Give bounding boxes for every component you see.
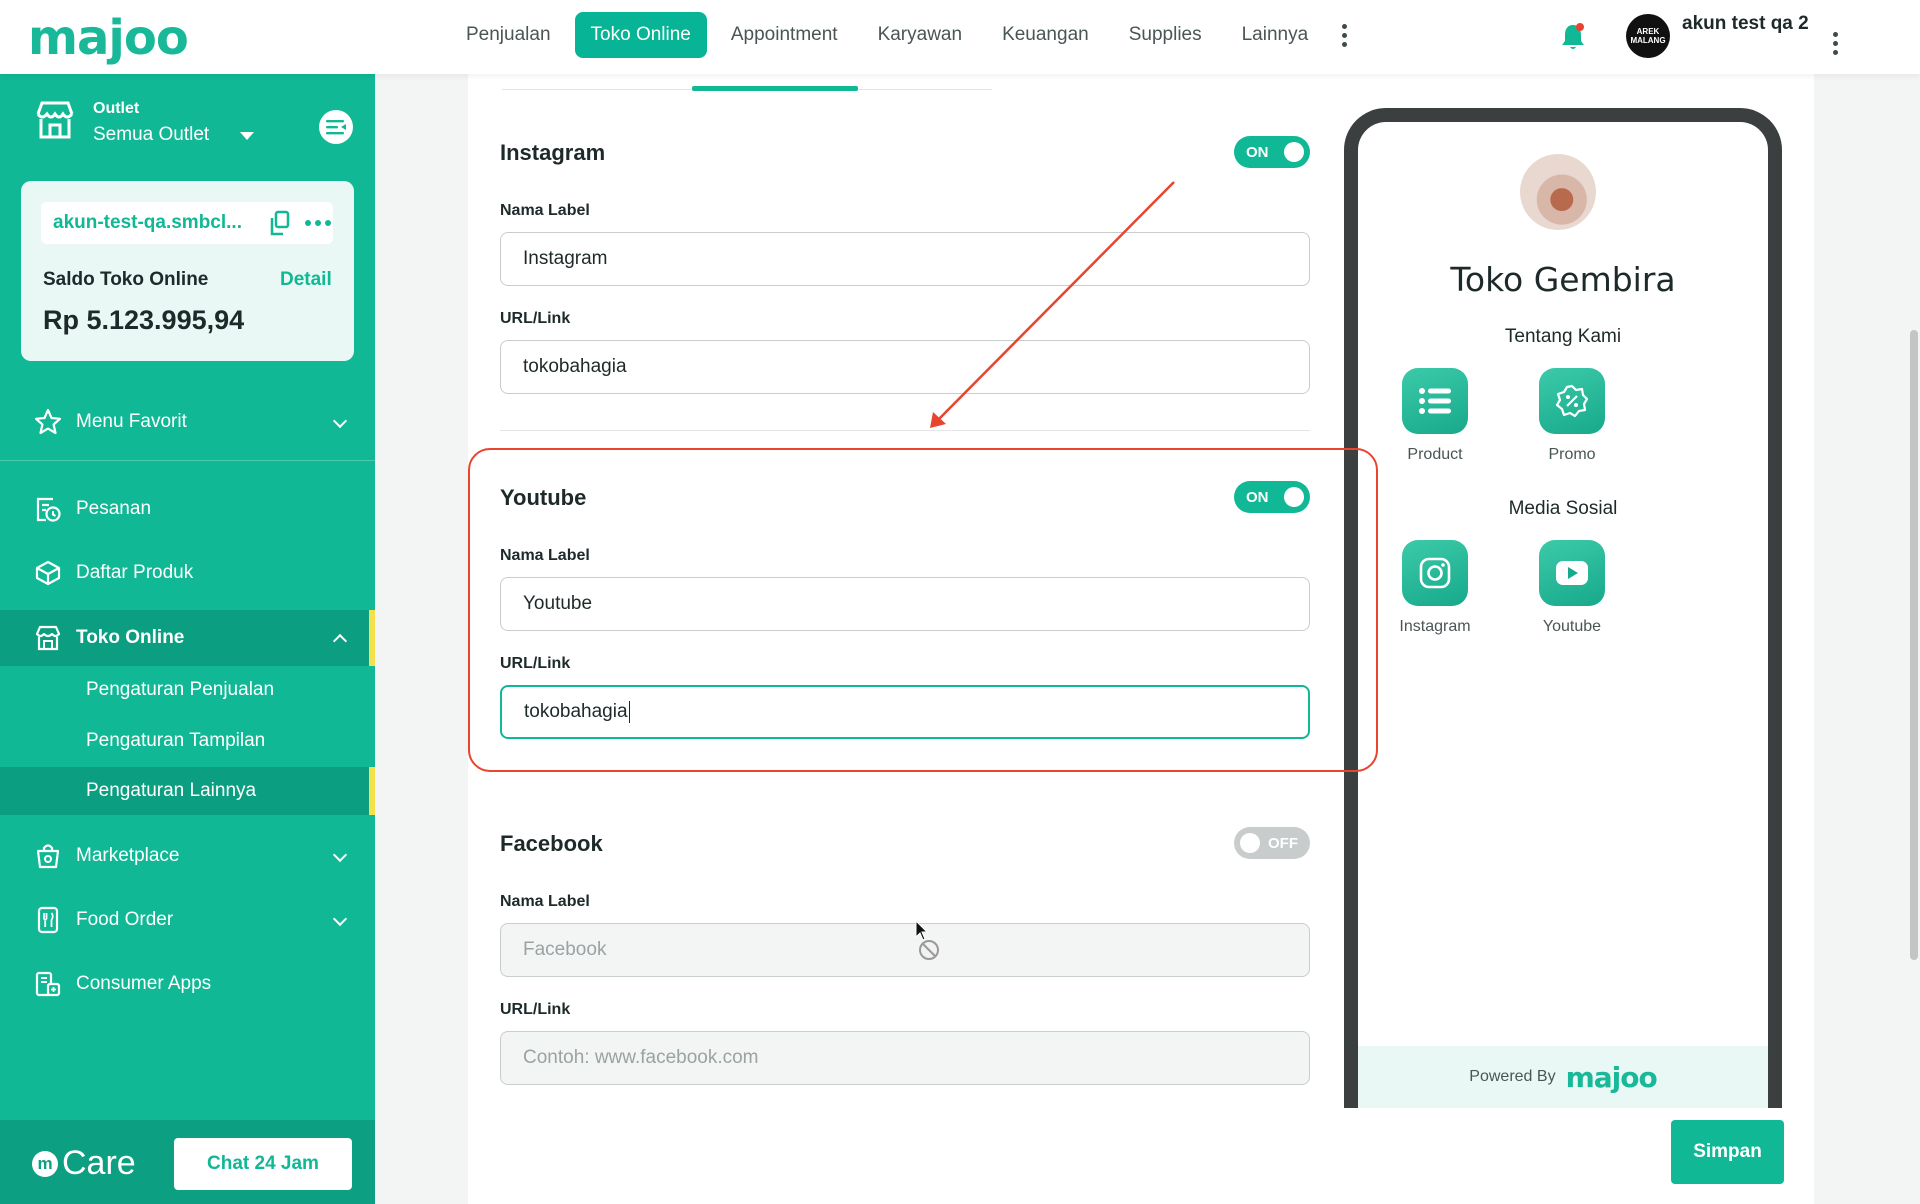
user-name[interactable]: akun test qa 2 [1682, 14, 1812, 34]
nav-toko-online[interactable]: Toko Online [574, 12, 707, 58]
avatar[interactable]: AREK MALANG [1626, 14, 1670, 58]
nav-appointment[interactable]: Appointment [715, 12, 854, 58]
account-kebab-icon[interactable] [1823, 24, 1848, 63]
nav-lainnya[interactable]: Lainnya [1226, 12, 1325, 58]
annotation-arrow-icon [930, 181, 1175, 428]
nav-more-kebab-icon[interactable] [1332, 16, 1357, 55]
bell-icon[interactable] [1560, 22, 1586, 52]
nav-karyawan[interactable]: Karyawan [862, 12, 979, 58]
nav-keuangan[interactable]: Keuangan [986, 12, 1105, 58]
mouse-cursor-icon [915, 920, 939, 960]
nav-penjualan[interactable]: Penjualan [450, 12, 567, 58]
majoo-logo[interactable]: majoo [28, 10, 189, 66]
top-bar: majoo Penjualan Toko Online Appointment … [0, 0, 1920, 74]
main-nav: Penjualan Toko Online Appointment Karyaw… [450, 12, 1357, 58]
nav-supplies[interactable]: Supplies [1113, 12, 1218, 58]
